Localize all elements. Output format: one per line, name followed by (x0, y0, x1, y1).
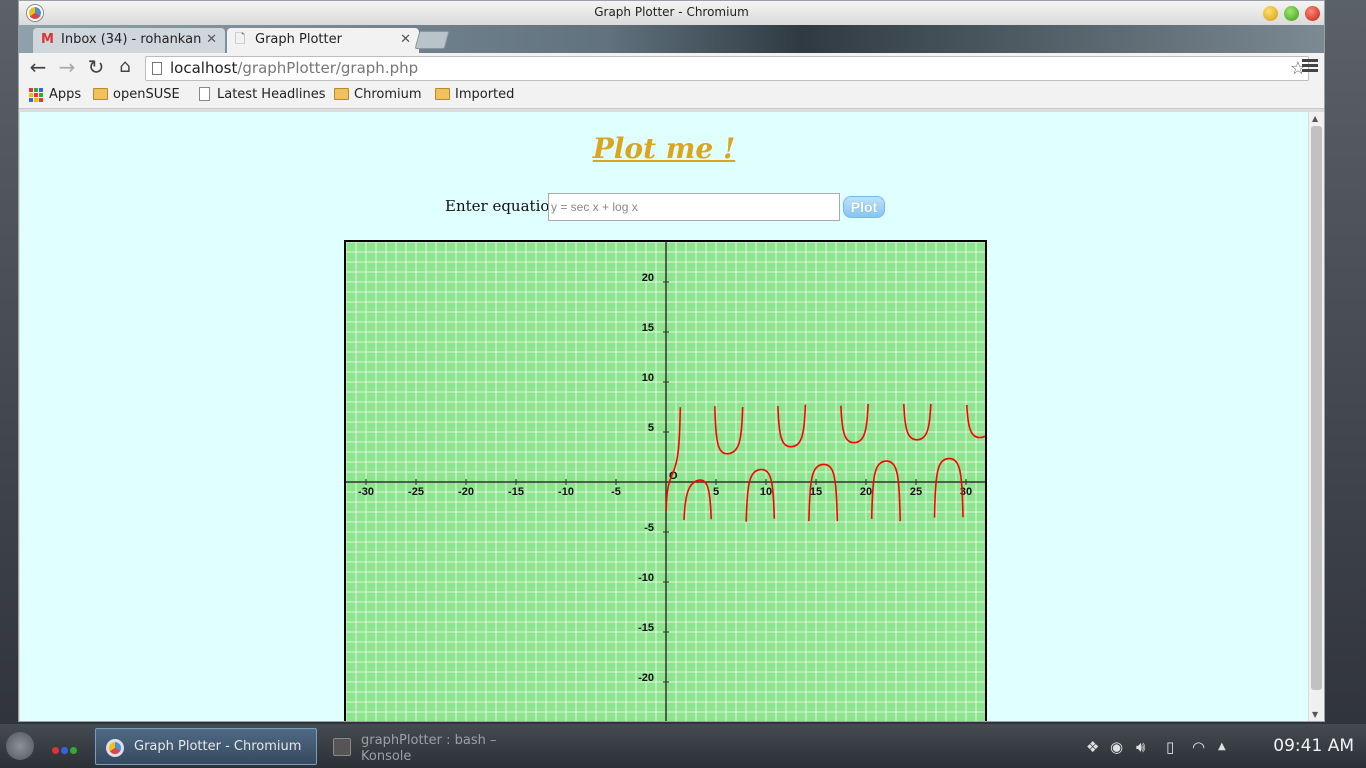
chromium-icon (106, 739, 124, 757)
equation-input[interactable] (548, 193, 840, 221)
y-tick-label: -20 (638, 672, 654, 684)
window-title: Graph Plotter - Chromium (594, 5, 749, 19)
task-konsole[interactable]: graphPlotter : bash – Konsole (323, 728, 545, 765)
taskbar: Graph Plotter - Chromium graphPlotter : … (0, 724, 1366, 768)
url-host: localhost (170, 59, 238, 77)
x-tick-label: -25 (408, 486, 424, 498)
apps-grid-icon (29, 88, 43, 102)
folder-icon (435, 88, 450, 100)
close-tab-icon[interactable]: ✕ (400, 28, 411, 52)
tab-label: Inbox (34) - rohankan (61, 32, 202, 47)
graph-canvas: -30 -25 -20 -15 -10 -5 5 10 15 20 25 30 20 15 10 5 -5 -10… (344, 240, 987, 721)
plot-button[interactable]: Plot (843, 196, 885, 218)
close-window-button[interactable] (1305, 6, 1320, 21)
browser-toolbar: ← → ↻ ⌂ localhost/graphPlotter/graph.php… (19, 53, 1324, 83)
y-tick-label: -10 (638, 572, 654, 584)
chromium-icon (27, 5, 43, 21)
x-tick-label: 20 (860, 486, 872, 498)
x-tick-label: -20 (458, 486, 474, 498)
terminal-icon (333, 738, 351, 756)
address-bar[interactable]: localhost/graphPlotter/graph.php ☆ (145, 56, 1309, 81)
x-tick-label: 15 (810, 486, 822, 498)
title-bar[interactable]: Graph Plotter - Chromium (19, 1, 1324, 25)
page-icon (152, 62, 162, 75)
x-tick-label: -30 (358, 486, 374, 498)
close-tab-icon[interactable]: ✕ (206, 28, 217, 52)
home-icon[interactable]: ⌂ (113, 56, 137, 80)
application-launcher-icon[interactable] (6, 732, 34, 760)
clock[interactable]: 09:41 AM (1273, 736, 1354, 756)
vertical-scrollbar[interactable]: ▲ ▼ (1309, 112, 1324, 721)
y-tick-label: 20 (642, 272, 654, 284)
activities-icon[interactable] (52, 743, 82, 754)
graph-plot: -30 -25 -20 -15 -10 -5 5 10 15 20 25 302015105-5-10… (346, 242, 985, 721)
folder-icon (93, 88, 108, 100)
tray-expand-icon[interactable]: ▲ (1218, 741, 1226, 752)
page-title: Plot me ! (592, 132, 736, 165)
scroll-up-arrow-icon[interactable]: ▲ (1312, 114, 1318, 123)
network-manager-icon[interactable]: ◉ (1110, 738, 1123, 756)
bookmark-label: openSUSE (113, 87, 180, 102)
page-icon (199, 87, 210, 101)
bookmarks-bar: Apps openSUSE Latest Headlines Chromium … (19, 83, 1324, 109)
back-arrow-icon[interactable]: ← (26, 56, 50, 80)
bookmark-label: Imported (455, 87, 515, 102)
bookmark-label: Apps (49, 87, 82, 102)
volume-icon[interactable]: 🔊︎ (1136, 738, 1145, 756)
task-label: Graph Plotter - Chromium (134, 739, 302, 754)
y-tick-label: -15 (638, 622, 654, 634)
tab-graph-plotter[interactable]: 🗋 Graph Plotter ✕ (227, 28, 419, 53)
bookmark-chromium[interactable]: Chromium (334, 87, 422, 103)
bookmark-latest-headlines[interactable]: Latest Headlines (197, 87, 326, 103)
wifi-icon[interactable]: ◠ (1192, 738, 1205, 756)
bookmark-label: Chromium (354, 87, 422, 102)
task-label: graphPlotter : bash – Konsole (361, 733, 497, 764)
task-chromium[interactable]: Graph Plotter - Chromium (95, 728, 317, 765)
minimize-button[interactable] (1263, 6, 1278, 21)
bookmark-apps[interactable]: Apps (29, 87, 81, 103)
gmail-icon: M (41, 32, 54, 47)
maximize-button[interactable] (1284, 6, 1299, 21)
menu-icon[interactable] (1302, 59, 1318, 75)
scroll-down-arrow-icon[interactable]: ▼ (1312, 710, 1318, 719)
y-tick-label: 15 (642, 322, 654, 334)
new-tab-button[interactable] (414, 31, 450, 49)
system-tray: ❖ ◉ 🔊︎ ▯ ◠ ▲ 09:41 AM (1084, 724, 1354, 768)
reload-icon[interactable]: ↻ (84, 56, 108, 80)
browser-window: Graph Plotter - Chromium M Inbox (34) - … (18, 0, 1325, 722)
x-tick-label: 5 (713, 486, 719, 498)
y-tick-label: 5 (648, 422, 654, 434)
forward-arrow-icon[interactable]: → (55, 56, 79, 80)
bookmark-label: Latest Headlines (217, 87, 326, 102)
x-tick-label: -15 (508, 486, 524, 498)
battery-icon[interactable]: ▯ (1166, 738, 1174, 756)
y-tick-label: 10 (642, 372, 654, 384)
x-tick-label: 25 (910, 486, 922, 498)
page-content: Plot me ! Enter equation: Plot -30 -25 -20… (20, 112, 1308, 721)
tab-strip: M Inbox (34) - rohankan ✕ 🗋 Graph Plotte… (19, 25, 1324, 53)
bookmark-imported[interactable]: Imported (435, 87, 514, 103)
equation-label: Enter equation: (445, 197, 565, 215)
y-tick-label: -5 (644, 522, 654, 534)
scrollbar-thumb[interactable] (1311, 126, 1322, 690)
page-icon: 🗋 (235, 32, 246, 47)
url-path: /graphPlotter/graph.php (237, 59, 419, 77)
folder-icon (334, 88, 349, 100)
x-tick-label: -10 (558, 486, 574, 498)
x-tick-label: 10 (760, 486, 772, 498)
x-tick-label: -5 (611, 486, 621, 498)
dropbox-icon[interactable]: ❖ (1086, 738, 1099, 756)
tab-inbox[interactable]: M Inbox (34) - rohankan ✕ (33, 28, 225, 53)
bookmark-opensuse[interactable]: openSUSE (93, 87, 180, 103)
tab-label: Graph Plotter (255, 32, 342, 47)
